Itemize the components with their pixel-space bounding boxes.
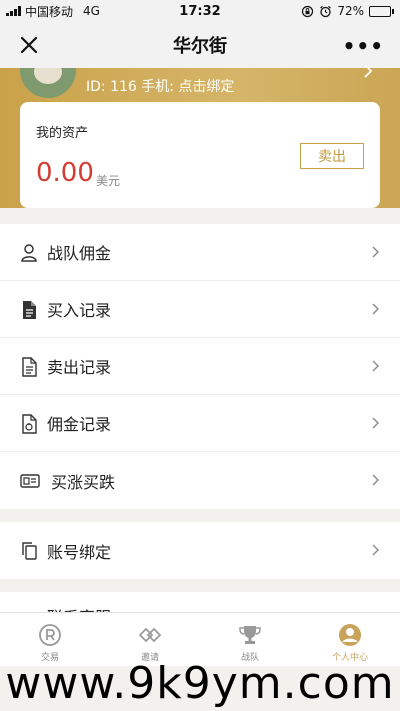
status-bar: 中国移动 4G 17:32 72% (0, 0, 400, 22)
page-title: 华尔街 (173, 36, 227, 57)
asset-unit: 美元 (96, 174, 121, 188)
menu-item-contact-support[interactable]: 联系客服 (0, 592, 400, 612)
user-id-text: ID: 116 手机: 点击绑定 (86, 79, 235, 95)
menu-item-label: 卖出记录 (47, 358, 112, 377)
battery-icon (369, 5, 394, 17)
menu-item-label: 联系客服 (47, 604, 111, 612)
menu-item-sell-records[interactable]: 卖出记录 (0, 338, 400, 395)
asset-label: 我的资产 (36, 126, 89, 141)
chevron-right-icon[interactable] (362, 64, 374, 78)
registered-icon (39, 624, 61, 646)
sell-button[interactable]: 卖出 (300, 143, 364, 169)
chevron-right-icon (372, 360, 379, 372)
menu-group-account: 账号绑定 (0, 522, 400, 579)
trophy-icon (239, 626, 261, 644)
document-icon (22, 357, 37, 377)
ticket-icon (20, 474, 40, 488)
watermark-text: www.9k9ym.com (5, 658, 395, 709)
person-icon (21, 244, 37, 262)
nav-bar: 华尔街 ••• (0, 22, 400, 68)
orientation-lock-icon (302, 5, 314, 17)
chevron-right-icon (372, 544, 379, 556)
asset-amount: 0.00 (36, 158, 94, 188)
asset-card: 我的资产 0.00 美元 卖出 (20, 102, 380, 208)
chevron-right-icon (372, 303, 379, 315)
menu-item-label: 买涨买跌 (51, 472, 116, 492)
copy-icon (22, 542, 37, 560)
chevron-right-icon (372, 417, 379, 429)
menu-item-team-commission[interactable]: 战队佣金 (0, 224, 400, 281)
document-filled-icon (23, 301, 36, 319)
menu-item-buy-records[interactable]: 买入记录 (0, 281, 400, 338)
menu-group-records: 战队佣金 买入记录 卖出记录 佣金记录 买涨买跌 (0, 224, 400, 509)
link-diamond-icon (138, 627, 162, 643)
battery-text: 72% (337, 4, 364, 18)
alarm-icon (320, 5, 332, 17)
chevron-right-icon (372, 246, 379, 258)
more-icon[interactable]: ••• (343, 34, 384, 58)
money-document-icon (22, 414, 37, 434)
menu-item-commission-records[interactable]: 佣金记录 (0, 395, 400, 452)
menu-item-label: 战队佣金 (47, 244, 112, 263)
close-icon[interactable] (16, 32, 42, 58)
user-circle-icon (339, 624, 361, 646)
status-right: 72% (301, 4, 394, 18)
menu-item-rise-fall[interactable]: 买涨买跌 (0, 452, 400, 509)
menu-item-account-binding[interactable]: 账号绑定 (0, 522, 400, 579)
menu-item-label: 买入记录 (47, 301, 112, 320)
chevron-right-icon (372, 474, 379, 486)
menu-item-label: 佣金记录 (47, 415, 112, 434)
menu-item-label: 账号绑定 (47, 542, 112, 562)
menu-group-support: 联系客服 (0, 592, 400, 612)
